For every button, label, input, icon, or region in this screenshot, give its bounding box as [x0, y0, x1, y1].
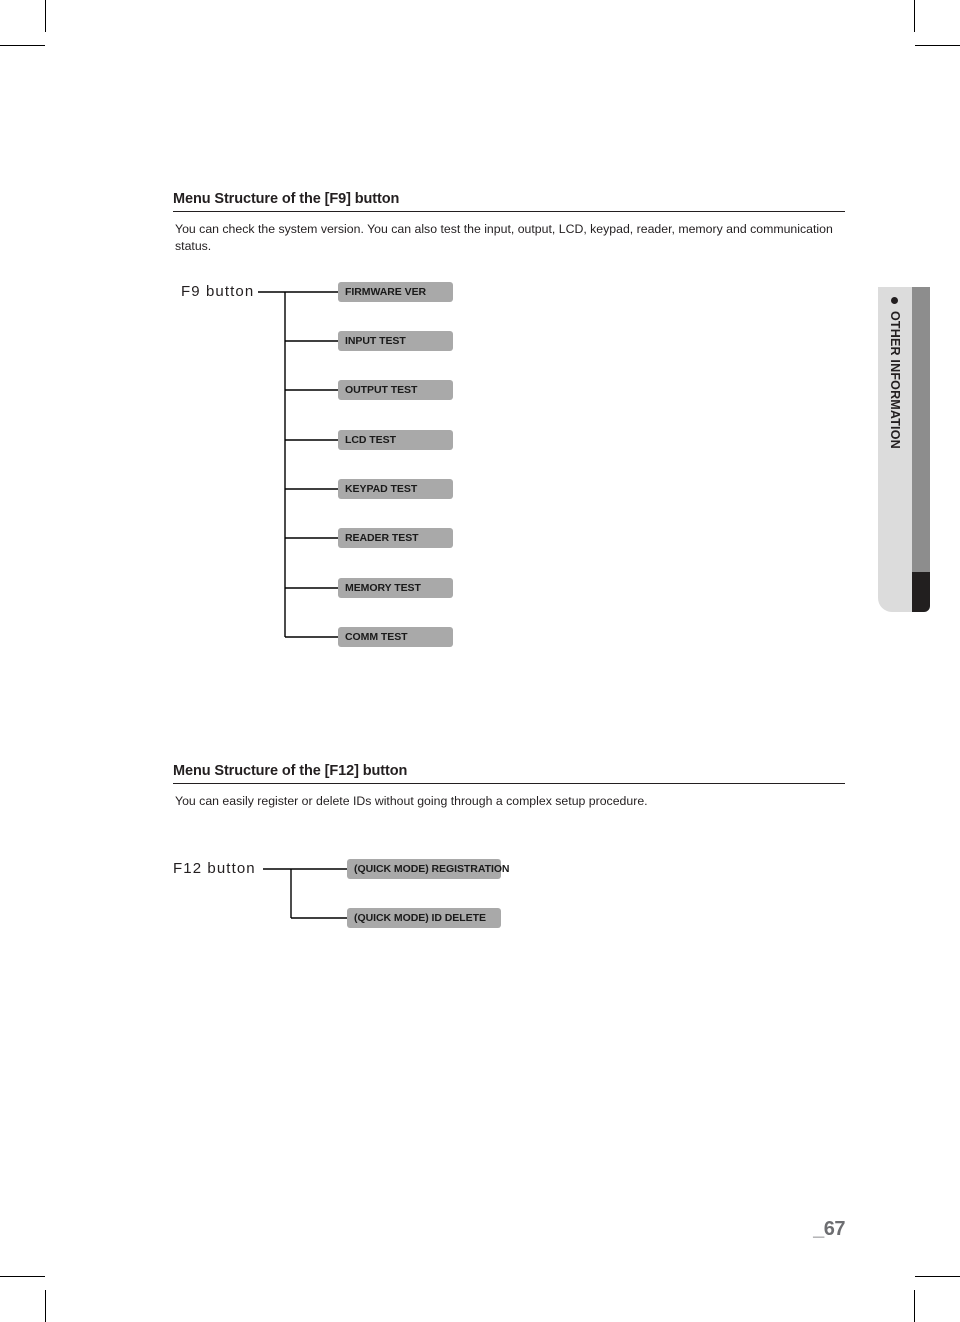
tree-node-f9-firmware-ver[interactable]: FIRMWARE VER: [338, 282, 453, 302]
crop-mark-bottom-left-vertical: [45, 1290, 46, 1322]
section-f9-intro: You can check the system version. You ca…: [175, 222, 833, 253]
tree-node-f9-comm-test[interactable]: COMM TEST: [338, 627, 453, 647]
section-f9: Menu Structure of the [F9] button You ca…: [173, 191, 845, 254]
crop-mark-top-left-horizontal: [0, 45, 45, 46]
tree-node-f9-output-test[interactable]: OUTPUT TEST: [338, 380, 453, 400]
crop-mark-bottom-right-vertical: [914, 1290, 915, 1322]
crop-mark-bottom-right-horizontal: [915, 1276, 960, 1277]
crop-mark-bottom-left-horizontal: [0, 1276, 45, 1277]
side-tab-dark-block: [912, 572, 930, 612]
page-number: _67: [813, 1218, 845, 1240]
tree-diagram-f9: F9 button FIRMWARE VER INPUT TEST OUTPUT…: [173, 282, 845, 658]
crop-mark-top-right-horizontal: [915, 45, 960, 46]
side-tab-label: OTHER INFORMATION: [888, 311, 902, 449]
tree-node-f12-quick-mode-registration[interactable]: (QUICK MODE) REGISTRATION: [347, 859, 510, 879]
tree-node-f9-input-test[interactable]: INPUT TEST: [338, 331, 453, 351]
tree-node-f12-quick-mode-id-delete[interactable]: (QUICK MODE) ID DELETE: [347, 908, 501, 928]
tree-node-f9-keypad-test[interactable]: KEYPAD TEST: [338, 479, 453, 499]
section-f12-heading: Menu Structure of the [F12] button: [173, 763, 845, 784]
section-f9-heading: Menu Structure of the [F9] button: [173, 191, 845, 212]
section-f12-intro: You can easily register or delete IDs wi…: [175, 794, 648, 808]
chapter-side-tab: OTHER INFORMATION: [878, 287, 930, 612]
side-tab-gray-bar: [912, 287, 930, 572]
section-f12: Menu Structure of the [F12] button You c…: [173, 763, 845, 810]
bullet-dot-icon: [891, 297, 899, 304]
crop-mark-top-left-vertical: [45, 0, 46, 32]
crop-mark-top-right-vertical: [914, 0, 915, 32]
tree-diagram-f12: F12 button (QUICK MODE) REGISTRATION (QU…: [173, 859, 845, 940]
side-tab-text: OTHER INFORMATION: [878, 287, 912, 612]
tree-node-f9-lcd-test[interactable]: LCD TEST: [338, 430, 453, 450]
tree-node-f9-memory-test[interactable]: MEMORY TEST: [338, 578, 453, 598]
tree-node-f9-reader-test[interactable]: READER TEST: [338, 528, 453, 548]
